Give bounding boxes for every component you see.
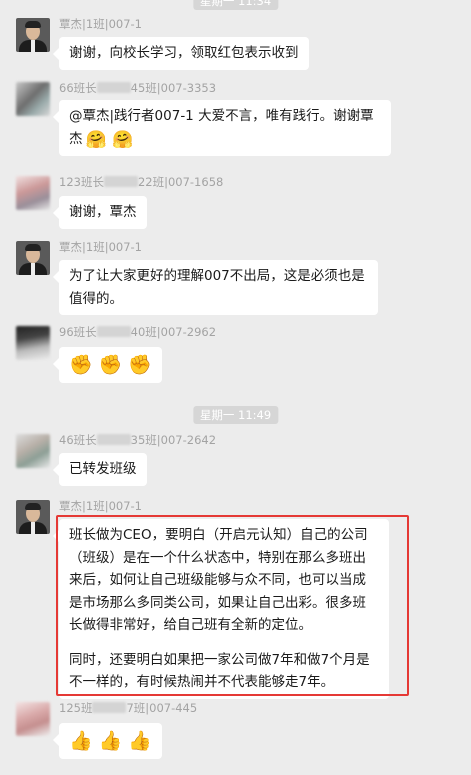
message-bubble[interactable]: ✊ ✊ ✊ — [52, 347, 163, 383]
thumbs-up-emoji: 👍 — [69, 730, 93, 752]
avatar[interactable] — [16, 241, 50, 275]
sender-name: 96班长 40班|007-2962 — [59, 325, 217, 339]
fist-emoji: ✊ — [128, 354, 153, 376]
message-bubble[interactable]: 班长做为CEO，要明白（开启元认知）自己的公司（班级）是在一个什么状态中，特别在… — [53, 519, 389, 699]
thumbs-up-emoji: 👍 — [128, 730, 153, 752]
avatar[interactable] — [16, 18, 50, 52]
message-paragraph: 同时，还要明白如果把一家公司做7年和做7个月是不一样的，有时候热闹并不代表能够走… — [69, 651, 370, 691]
sender-name: 覃杰|1班|007-1 — [59, 499, 142, 513]
avatar[interactable] — [16, 500, 50, 534]
avatar[interactable] — [16, 82, 50, 116]
sender-name: 125班 7班|007-445 — [59, 701, 198, 715]
message-bubble[interactable]: 谢谢，向校长学习，领取红包表示收到 — [53, 37, 309, 70]
message-bubble[interactable]: 👍 👍 👍 — [52, 723, 163, 759]
avatar[interactable] — [16, 702, 50, 736]
timestamp-top: 星期一 11:34 — [192, 0, 279, 10]
hug-emoji: 🤗 🤗 — [85, 129, 134, 150]
avatar[interactable] — [16, 326, 50, 360]
message-bubble[interactable]: 已转发班级 — [53, 453, 147, 486]
message-paragraph: 班长做为CEO，要明白（开启元认知）自己的公司（班级）是在一个什么状态中，特别在… — [69, 527, 368, 633]
sender-name: 123班长 22班|007-1658 — [59, 175, 224, 189]
sender-name: 覃杰|1班|007-1 — [59, 240, 142, 254]
message-bubble[interactable]: @覃杰|践行者007-1 大爱不言，唯有践行。谢谢覃杰 🤗 🤗 — [53, 100, 391, 156]
message-text: 谢谢，覃杰 — [69, 204, 137, 220]
sender-name: 覃杰|1班|007-1 — [59, 17, 142, 31]
sender-name: 46班长 35班|007-2642 — [59, 433, 217, 447]
message-bubble[interactable]: 为了让大家更好的理解007不出局，这是必须也是值得的。 — [53, 260, 378, 315]
avatar[interactable] — [16, 176, 50, 210]
message-text: 已转发班级 — [69, 461, 137, 477]
fist-emoji: ✊ — [69, 354, 93, 376]
emoji-row: 👍 👍 👍 — [69, 728, 152, 754]
message-text: @覃杰|践行者007-1 大爱不言，唯有践行。谢谢覃杰 🤗 🤗 — [69, 108, 374, 150]
chat-window: 星期一 11:34 覃杰|1班|007-1 谢谢，向校长学习，领取红包表示收到 … — [0, 0, 471, 775]
sender-name: 66班长 45班|007-3353 — [59, 81, 217, 95]
fist-emoji: ✊ — [98, 354, 123, 376]
emoji-row: ✊ ✊ ✊ — [69, 352, 152, 378]
message-text: 谢谢，向校长学习，领取红包表示收到 — [69, 45, 299, 61]
message-text: 为了让大家更好的理解007不出局，这是必须也是值得的。 — [69, 268, 365, 307]
message-bubble[interactable]: 谢谢，覃杰 — [53, 196, 147, 229]
thumbs-up-emoji: 👍 — [98, 730, 123, 752]
avatar[interactable] — [16, 434, 50, 468]
timestamp-mid: 星期一 11:49 — [192, 406, 279, 424]
